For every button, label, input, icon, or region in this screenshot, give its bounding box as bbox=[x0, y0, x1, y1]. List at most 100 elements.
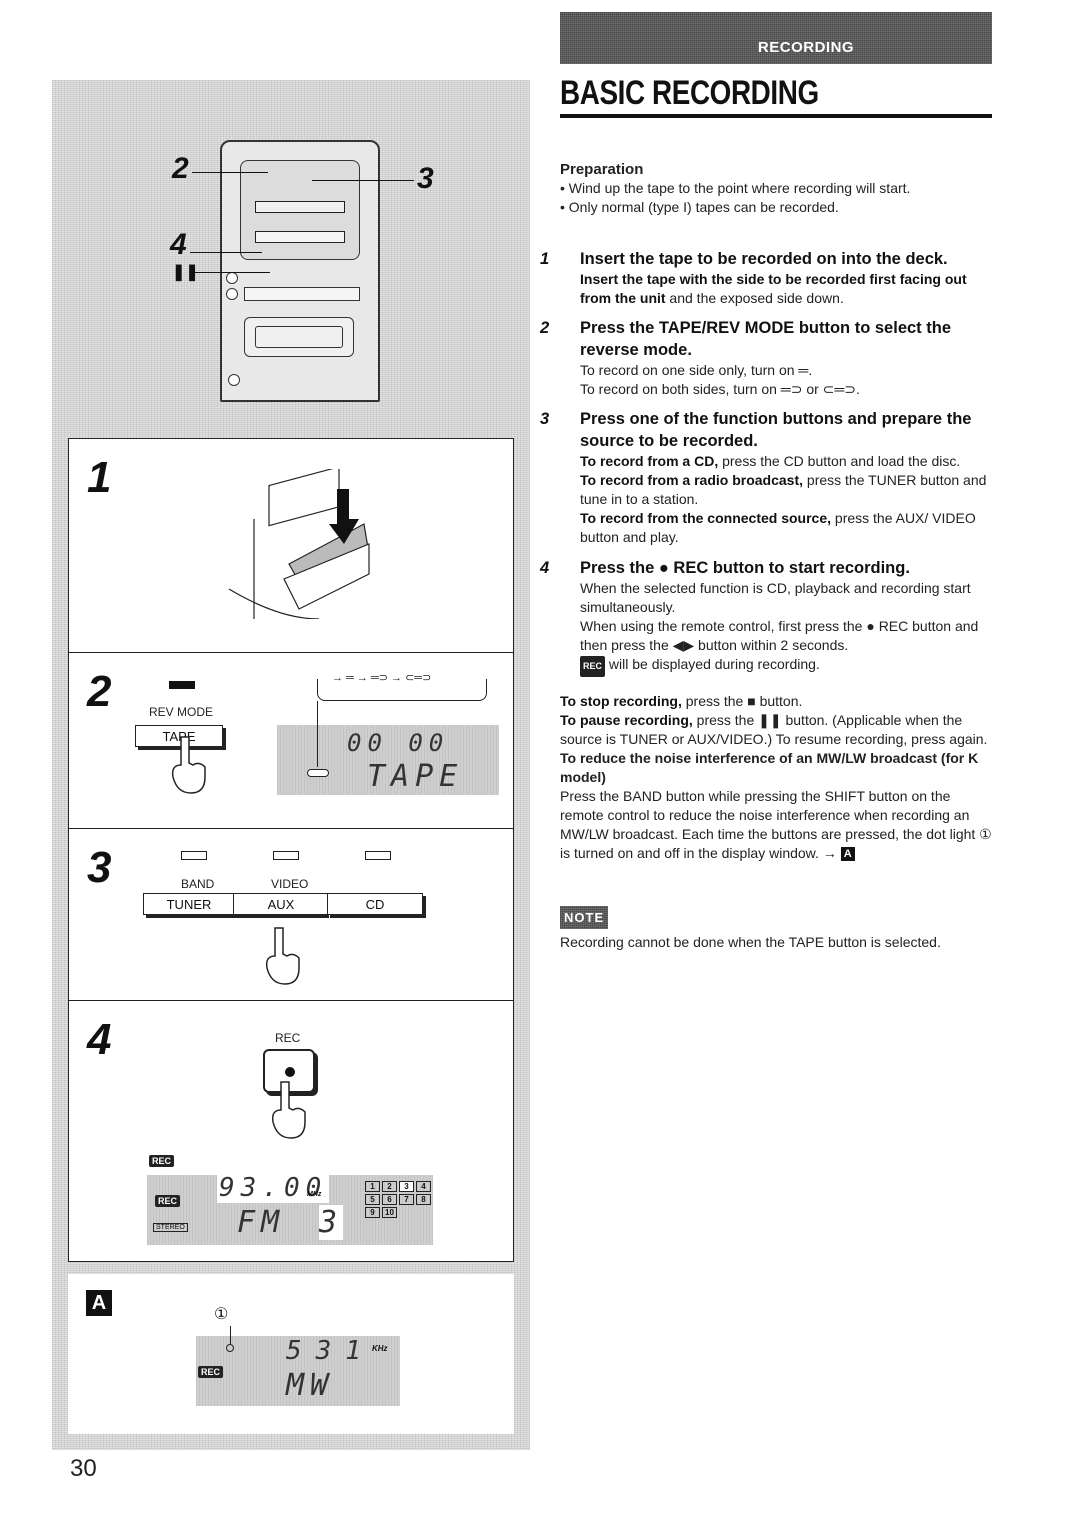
section-banner: RECORDING bbox=[560, 12, 992, 64]
preset-cell: 7 bbox=[399, 1194, 414, 1205]
rec-icon: REC bbox=[198, 1366, 224, 1378]
step-number: 1 bbox=[540, 250, 550, 268]
callout-line bbox=[192, 172, 268, 173]
rec-icon: REC bbox=[580, 656, 606, 677]
freq-unit: KHz bbox=[372, 1344, 388, 1353]
mode-cycle: → ═ → ═⊃ → ⊂═⊃ bbox=[329, 671, 435, 684]
preparation-heading: Preparation bbox=[560, 161, 644, 178]
rev-mode-label: REV MODE bbox=[149, 705, 214, 719]
callout-line bbox=[190, 272, 270, 273]
step-heading: Press the ● REC button to start recordin… bbox=[580, 559, 910, 577]
callout-3: 3 bbox=[417, 162, 434, 195]
aux-led bbox=[273, 851, 299, 860]
illustration-panel: 2 3 4 ❚❚ 1 2 REV MODE TAPE → ═ → ═⊃ → ⊂═… bbox=[52, 80, 530, 1450]
dot-light-marker: ① bbox=[214, 1306, 229, 1323]
stop-text: press the ■ button. bbox=[681, 693, 803, 709]
cd-led bbox=[365, 851, 391, 860]
step-2-illustration: 2 REV MODE TAPE → ═ → ═⊃ → ⊂═⊃ 00 00 TAP… bbox=[68, 652, 514, 828]
step-body: To record on both sides, turn on ═⊃ or ⊂… bbox=[580, 381, 860, 397]
preset-cell-active: 3 bbox=[399, 1181, 414, 1192]
item-bold: To record from a CD, bbox=[580, 453, 719, 469]
preparation-bullet: • Only normal (type I) tapes can be reco… bbox=[560, 199, 839, 215]
led-indicator bbox=[169, 681, 195, 689]
band-label: BAND bbox=[181, 877, 215, 891]
band-readout: FM bbox=[237, 1205, 286, 1240]
device-front-illustration: 2 3 4 ❚❚ bbox=[52, 80, 530, 440]
panel-a-label: A bbox=[86, 1290, 112, 1316]
step-1: 1 Insert the tape to be recorded on into … bbox=[540, 248, 992, 308]
noise-heading: To reduce the noise interference of an M… bbox=[560, 750, 979, 785]
preset-cell: 10 bbox=[382, 1207, 397, 1218]
cd-lid bbox=[240, 160, 360, 260]
preparation-section: Preparation • Wind up the tape to the po… bbox=[560, 160, 992, 217]
pointing-hand-icon bbox=[265, 927, 300, 985]
freq-unit: MHz bbox=[307, 1191, 322, 1198]
step-4: 4 Press the ● REC button to start recordi… bbox=[540, 557, 992, 677]
preset-cell: 2 bbox=[382, 1181, 397, 1192]
knob-icon bbox=[226, 272, 238, 284]
title-rule bbox=[560, 114, 992, 118]
function-buttons-strip bbox=[255, 201, 345, 213]
noise-body: Press the BAND button while pressing the… bbox=[560, 788, 992, 861]
rec-indicator-badge: REC bbox=[149, 1155, 175, 1167]
step-heading: Insert the tape to be recorded on into t… bbox=[580, 250, 948, 268]
page-title: BASIC RECORDING bbox=[560, 74, 819, 112]
step-number: 3 bbox=[87, 843, 112, 892]
reverse-mode-icon bbox=[307, 769, 329, 777]
aux-button[interactable]: AUX bbox=[233, 893, 329, 915]
panel-a-reference: A bbox=[840, 847, 855, 862]
preset-cell: 1 bbox=[365, 1181, 380, 1192]
tape-counter: 00 00 bbox=[347, 729, 450, 757]
rec-label: REC bbox=[275, 1031, 301, 1045]
rec-icon: REC bbox=[155, 1195, 181, 1207]
callout-2: 2 bbox=[172, 152, 189, 185]
tuner-led bbox=[181, 851, 207, 860]
record-dot-icon bbox=[285, 1067, 295, 1077]
step-4-illustration: 4 REC REC REC STEREO 93.00 MHz FM 3 1 2 … bbox=[68, 1000, 514, 1262]
preset-buttons-strip bbox=[244, 287, 360, 301]
preset-grid: 1 2 3 4 5 6 7 8 9 10 bbox=[365, 1181, 431, 1218]
step-3: 3 Press one of the function buttons and p… bbox=[540, 408, 992, 547]
preset-cell: 8 bbox=[416, 1194, 431, 1205]
item-text: press the CD button and load the disc. bbox=[718, 453, 961, 469]
step-number: 4 bbox=[87, 1015, 112, 1064]
mw-display: REC 531 KHz MW bbox=[196, 1326, 400, 1406]
stereo-indicator: STEREO bbox=[153, 1223, 188, 1232]
step-body: To record on one side only, turn on ═. bbox=[580, 362, 813, 378]
callout-line bbox=[312, 180, 414, 181]
stop-bold: To stop recording, bbox=[560, 693, 682, 709]
pointing-hand-icon bbox=[271, 1081, 306, 1139]
page-number: 30 bbox=[70, 1455, 97, 1482]
step-heading: Press one of the function buttons and pr… bbox=[580, 410, 972, 450]
pointing-hand-icon bbox=[171, 736, 206, 794]
step-body: When using the remote control, first pre… bbox=[580, 618, 979, 653]
step-body: and the exposed side down. bbox=[665, 290, 844, 306]
mw-band-readout: MW bbox=[286, 1368, 335, 1403]
step-3-illustration: 3 BAND VIDEO TUNER AUX CD bbox=[68, 828, 514, 1000]
cassette-insert-drawing bbox=[228, 469, 370, 619]
preset-cell: 4 bbox=[416, 1181, 431, 1192]
step-body: will be displayed during recording. bbox=[605, 656, 820, 672]
headphone-jack-icon bbox=[228, 374, 240, 386]
dot-light-icon bbox=[226, 1344, 234, 1352]
step-2: 2 Press the TAPE/REV MODE button to selec… bbox=[540, 317, 992, 399]
note-text: Recording cannot be done when the TAPE b… bbox=[560, 934, 941, 950]
callout-4: 4 bbox=[170, 228, 187, 261]
pause-bold: To pause recording, bbox=[560, 712, 693, 728]
tuner-button[interactable]: TUNER bbox=[143, 893, 235, 915]
knob-icon bbox=[226, 288, 238, 300]
mw-frequency-readout: 531 bbox=[286, 1336, 375, 1366]
cd-button[interactable]: CD bbox=[327, 893, 423, 915]
transport-buttons-strip bbox=[255, 231, 345, 243]
step-number: 4 bbox=[540, 559, 550, 577]
item-bold: To record from the connected source, bbox=[580, 510, 832, 526]
step-body: When the selected function is CD, playba… bbox=[580, 580, 971, 615]
cassette-door bbox=[244, 317, 354, 357]
panel-a-illustration: A ① REC 531 KHz MW bbox=[68, 1274, 514, 1434]
callout-line bbox=[190, 252, 262, 253]
tape-display: 00 00 TAPE bbox=[277, 701, 499, 795]
item-bold: To record from a radio broadcast, bbox=[580, 472, 804, 488]
preset-cell: 9 bbox=[365, 1207, 380, 1218]
step-number: 2 bbox=[87, 667, 112, 716]
tape-display-text: TAPE bbox=[367, 759, 464, 794]
